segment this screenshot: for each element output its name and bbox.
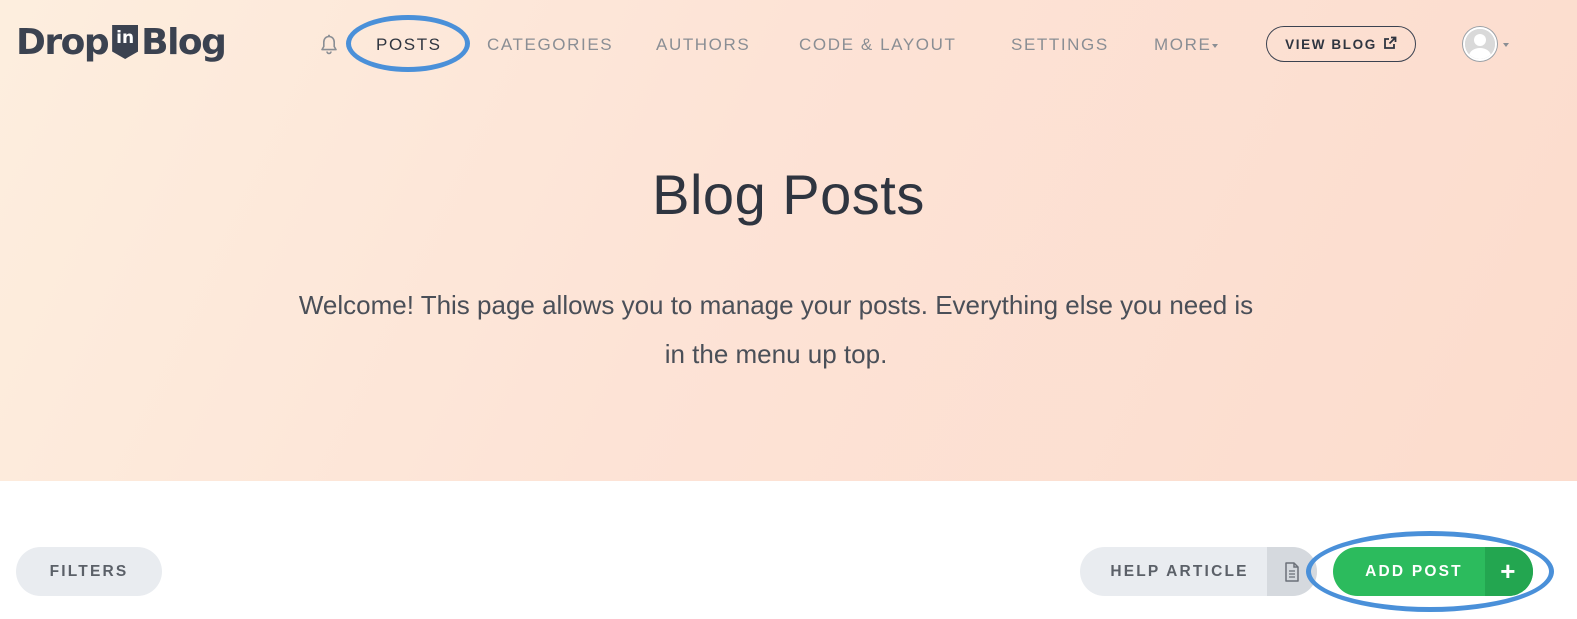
plus-icon: + xyxy=(1485,547,1533,596)
filters-button[interactable]: FILTERS xyxy=(16,547,162,596)
nav-more-label: MORE xyxy=(1154,35,1212,54)
dropinblog-logo[interactable]: Drop in Blog xyxy=(16,18,227,66)
nav-code-layout[interactable]: CODE & LAYOUT xyxy=(799,34,956,56)
logo-text-blog: Blog xyxy=(141,21,227,63)
hero-section xyxy=(0,0,1577,481)
user-menu-chevron-icon[interactable] xyxy=(1503,43,1509,47)
logo-badge: in xyxy=(112,25,139,59)
nav-more-dropdown[interactable]: MORE xyxy=(1154,34,1219,56)
page-title: Blog Posts xyxy=(652,163,925,226)
view-blog-label: VIEW BLOG xyxy=(1285,36,1377,52)
logo-text-drop: Drop xyxy=(16,21,110,63)
nav-authors[interactable]: AUTHORS xyxy=(656,34,750,56)
help-article-button[interactable]: HELP ARTICLE xyxy=(1080,547,1317,596)
view-blog-button[interactable]: VIEW BLOG xyxy=(1266,26,1416,62)
add-post-button[interactable]: ADD POST + xyxy=(1333,547,1533,596)
chevron-down-icon xyxy=(1212,43,1219,48)
page-intro-text: Welcome! This page allows you to manage … xyxy=(298,290,1254,369)
user-avatar[interactable] xyxy=(1463,27,1497,61)
add-post-label: ADD POST xyxy=(1365,562,1463,580)
document-icon xyxy=(1267,547,1317,596)
external-link-icon xyxy=(1383,36,1397,53)
nav-categories[interactable]: CATEGORIES xyxy=(487,34,613,56)
bell-icon[interactable] xyxy=(319,34,339,56)
filters-label: FILTERS xyxy=(49,562,129,580)
help-article-label: HELP ARTICLE xyxy=(1110,562,1249,580)
nav-posts[interactable]: POSTS xyxy=(376,34,442,56)
nav-settings[interactable]: SETTINGS xyxy=(1011,34,1109,56)
